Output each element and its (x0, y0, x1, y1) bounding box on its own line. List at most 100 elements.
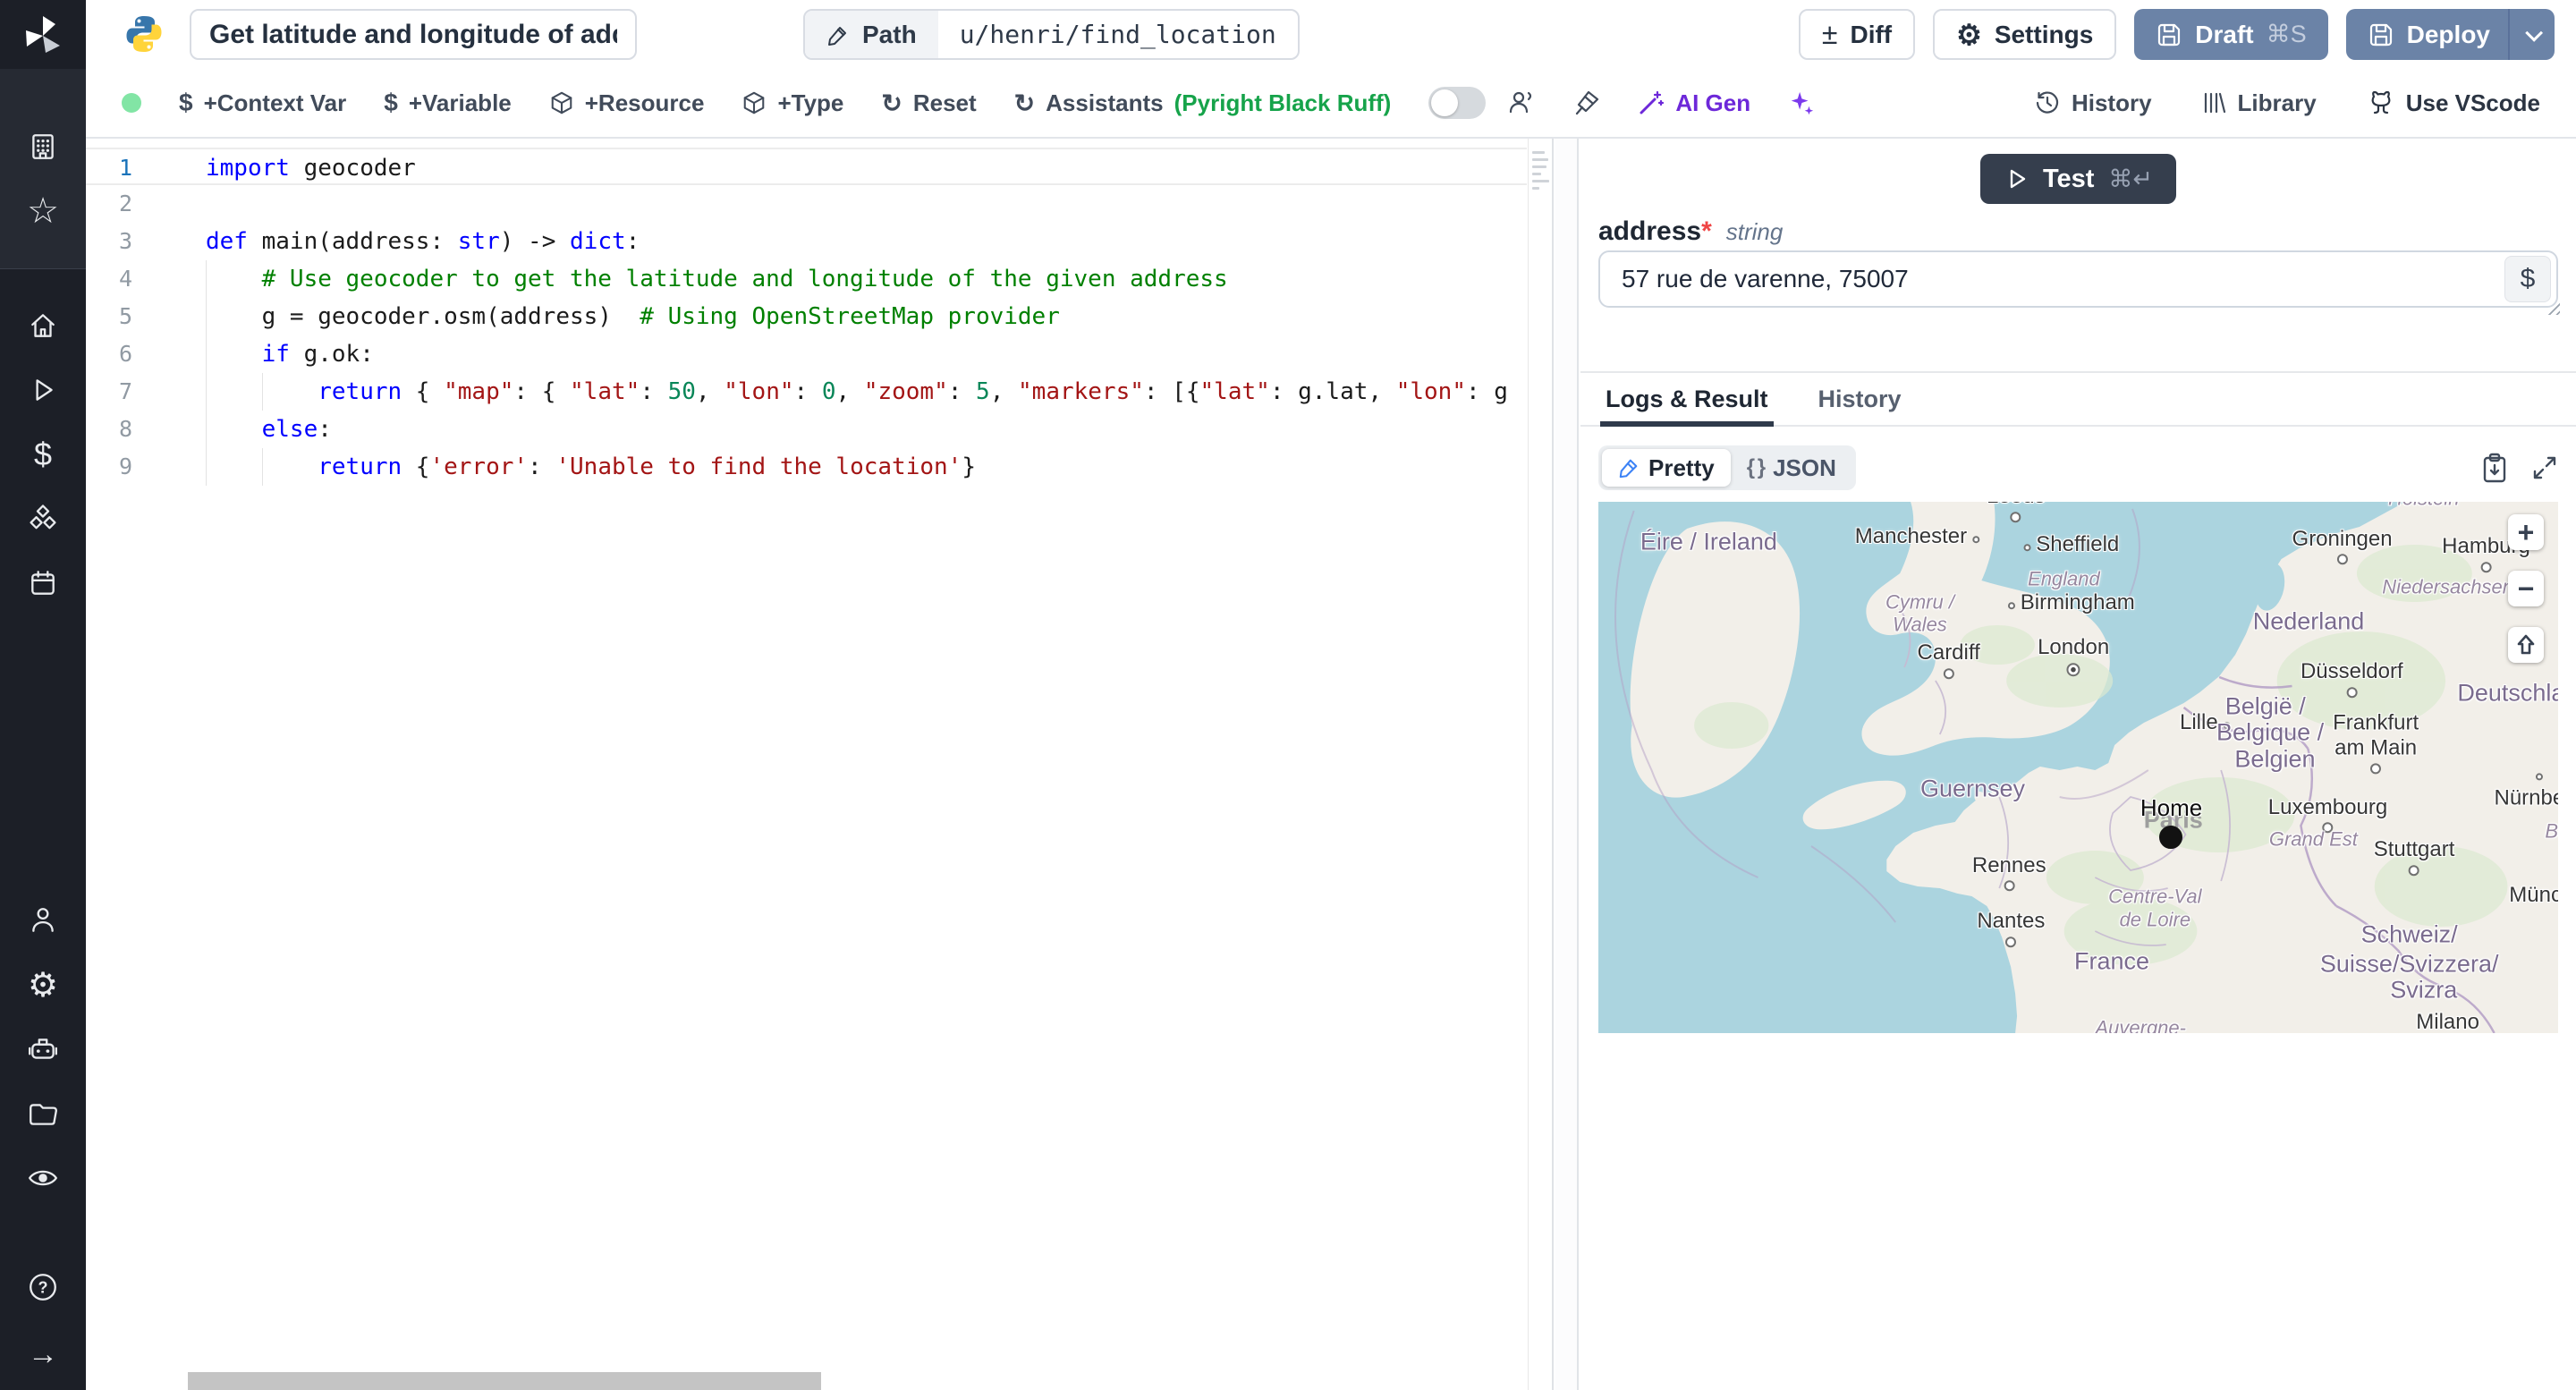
sidebar-item-runs[interactable] (0, 367, 86, 413)
arg-type: string (1725, 218, 1784, 245)
sidebar-item-home[interactable] (0, 302, 86, 349)
library-button[interactable]: Library (2202, 89, 2317, 117)
multiplayer-toggle[interactable] (1428, 87, 1487, 119)
add-variable-button[interactable]: $ +Variable (384, 89, 512, 117)
code-line: 1 import geocoder (86, 148, 1527, 185)
insert-variable-button[interactable]: $ (2504, 256, 2551, 302)
chevron-down-icon (2525, 23, 2544, 42)
ai-suggest-button[interactable] (1788, 89, 1815, 116)
map-zoom-out-button[interactable]: − (2508, 571, 2544, 606)
save-icon (2369, 23, 2392, 46)
add-type-button[interactable]: +Type (741, 89, 843, 117)
use-vscode-button[interactable]: Use VScode (2367, 89, 2540, 117)
folder-icon (30, 1104, 57, 1125)
settings-label: Settings (1994, 20, 2094, 48)
deploy-label: Deploy (2406, 20, 2490, 48)
indent-guide (262, 373, 263, 411)
map-controls: + − (2508, 514, 2544, 663)
building-icon (32, 134, 54, 159)
braces-icon: { } (1746, 455, 1766, 479)
reset-button[interactable]: ↻ Reset (881, 89, 976, 118)
tab-logs-result[interactable]: Logs & Result (1600, 373, 1774, 427)
draft-button[interactable]: Draft ⌘S (2134, 9, 2328, 60)
code-line: 8 else: (118, 416, 332, 443)
sidebar-item-workers[interactable] (0, 1026, 86, 1072)
horizontal-scrollbar[interactable] (188, 1372, 821, 1390)
sidebar-item-variables[interactable]: $ (0, 431, 86, 478)
cubes-icon (30, 504, 56, 530)
history-button[interactable]: History (2034, 89, 2152, 117)
sidebar-item-workspace[interactable] (0, 123, 86, 170)
code-line: 9 return {'error': 'Unable to find the l… (118, 453, 976, 480)
pretty-view-button[interactable]: Pretty (1602, 449, 1731, 487)
vscode-icon (2371, 90, 2391, 114)
brush-icon (1576, 90, 1599, 115)
code-line: 6 if g.ok: (118, 341, 374, 368)
user-icon (32, 908, 54, 932)
json-view-button[interactable]: { } JSON (1731, 449, 1852, 487)
diff-button[interactable]: ± Diff (1798, 9, 1916, 60)
dollar-icon: $ (384, 89, 398, 116)
path-label-cell: Path (805, 11, 938, 58)
svg-text:?: ? (38, 1278, 48, 1296)
deploy-button[interactable]: Deploy (2345, 9, 2555, 60)
test-button[interactable]: Test ⌘↵ (1979, 154, 2177, 204)
use-vscode-label: Use VScode (2405, 89, 2540, 116)
expand-icon[interactable] (2531, 454, 2558, 481)
path-widget[interactable]: Path u/henri/find_location (803, 9, 1300, 60)
add-context-var-button[interactable]: $ +Context Var (179, 89, 346, 117)
test-label: Test (2042, 164, 2095, 193)
draft-label: Draft (2195, 20, 2254, 48)
tab-history[interactable]: History (1818, 373, 1902, 425)
editor-toolbar: $ +Context Var $ +Variable +Resource +Ty… (86, 69, 2576, 139)
sidebar-divider (0, 268, 86, 269)
sidebar-item-settings[interactable]: ⚙ (0, 962, 86, 1008)
pen-icon (1619, 459, 1638, 479)
sidebar-item-users[interactable] (0, 897, 86, 944)
address-input[interactable] (1598, 250, 2558, 308)
assistants-button[interactable]: ↻ Assistants (Pyright Black Ruff) (1014, 89, 1392, 118)
code-editor[interactable]: 1 import geocoder 2 3 def main(address: str)… (86, 139, 1554, 1390)
format-button[interactable] (1573, 89, 1600, 116)
home-icon (31, 314, 55, 337)
deploy-dropdown-button[interactable] (2508, 9, 2555, 60)
script-title-input[interactable] (190, 9, 637, 60)
sidebar-item-collapse[interactable]: → (0, 1331, 86, 1377)
dollar-icon: $ (33, 436, 53, 472)
sparkles-icon (1791, 91, 1814, 115)
calendar-icon (31, 571, 55, 595)
sidebar-item-schedules[interactable] (0, 560, 86, 606)
ai-gen-button[interactable]: AI Gen (1638, 89, 1750, 117)
sidebar-item-folders[interactable] (0, 1090, 86, 1137)
map-marker (2158, 826, 2182, 850)
sidebar-item-favorites[interactable]: ☆ (0, 188, 86, 234)
map-land-shapes (1614, 502, 2558, 1033)
ai-gen-label: AI Gen (1675, 89, 1751, 116)
add-variable-label: +Variable (408, 89, 512, 116)
package-icon (551, 91, 572, 114)
arrow-right-icon: → (28, 1336, 58, 1371)
add-resource-button[interactable]: +Resource (549, 89, 705, 117)
result-map[interactable]: LeedsHolsteinÉire / IrelandManchesterShe… (1598, 502, 2558, 1033)
panel-splitter[interactable] (1555, 139, 1579, 1390)
settings-button[interactable]: ⚙ Settings (1933, 9, 2117, 60)
code-line: 7 return { "map": { "lat": 50, "lon": 0,… (118, 378, 1508, 405)
windmill-logo[interactable] (0, 9, 86, 63)
multiplayer-button[interactable] (1507, 89, 1536, 117)
sidebar-item-help[interactable]: ? (0, 1264, 86, 1310)
assistants-label: Assistants (1046, 89, 1164, 116)
path-value: u/henri/find_location (959, 20, 1276, 49)
sidebar-item-audit[interactable] (0, 1155, 86, 1201)
map-zoom-in-button[interactable]: + (2508, 514, 2544, 550)
add-resource-label: +Resource (584, 89, 705, 116)
wand-icon (1640, 90, 1665, 114)
path-label: Path (862, 20, 917, 48)
copy-result-icon[interactable] (2481, 453, 2508, 483)
windmill-logo-icon (26, 16, 60, 53)
library-label: Library (2237, 89, 2317, 116)
sidebar-item-resources[interactable] (0, 496, 86, 542)
history-label: History (2071, 89, 2152, 116)
minimap[interactable] (1528, 139, 1552, 1390)
map-recenter-button[interactable] (2508, 627, 2544, 663)
arg-name: address* (1598, 216, 1712, 246)
